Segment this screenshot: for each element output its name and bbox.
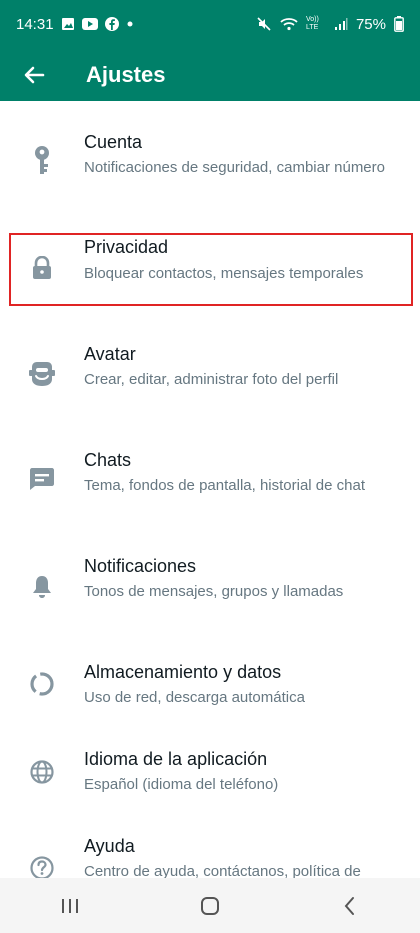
wifi-icon xyxy=(280,17,298,31)
settings-item-subtitle: Crear, editar, administrar foto del perf… xyxy=(84,371,339,388)
volte-icon: Vo)) LTE xyxy=(305,16,319,31)
chat-icon xyxy=(26,463,58,495)
settings-item-title: Idioma de la aplicación xyxy=(84,749,268,769)
gallery-notification-icon xyxy=(61,17,75,31)
help-icon xyxy=(26,852,58,879)
settings-item-subtitle: Notificaciones de seguridad, cambiar núm… xyxy=(84,159,385,176)
settings-item-avatar[interactable]: Avatar Crear, editar, administrar foto d… xyxy=(0,313,420,419)
status-bar: 14:31 Vo)) LTE 75% xyxy=(0,0,420,48)
settings-item-title: Chats xyxy=(84,450,132,470)
storage-icon xyxy=(26,668,58,700)
settings-item-title: Cuenta xyxy=(84,132,143,152)
back-button[interactable] xyxy=(2,48,66,101)
notification-dot-icon xyxy=(126,20,134,28)
settings-item-cuenta[interactable]: Cuenta Notificaciones de seguridad, camb… xyxy=(0,101,420,207)
youtube-notification-icon xyxy=(81,18,98,30)
key-icon xyxy=(26,145,58,177)
home-icon xyxy=(201,896,219,915)
settings-item-subtitle: Tema, fondos de pantalla, historial de c… xyxy=(84,477,366,494)
settings-item-subtitle: Uso de red, descarga automática xyxy=(84,689,305,706)
globe-icon xyxy=(26,756,58,788)
settings-item-almacenamiento[interactable]: Almacenamiento y datos Uso de red, desca… xyxy=(0,631,420,718)
settings-item-notificaciones[interactable]: Notificaciones Tonos de mensajes, grupos… xyxy=(0,525,420,631)
highlight-box xyxy=(9,233,413,306)
settings-item-ayuda[interactable]: Ayuda Centro de ayuda, contáctanos, polí… xyxy=(0,805,420,879)
back-nav-button[interactable] xyxy=(320,886,380,926)
home-button[interactable] xyxy=(180,886,240,926)
settings-item-title: Avatar xyxy=(84,344,136,364)
status-time: 14:31 xyxy=(16,15,54,33)
chevron-left-icon xyxy=(344,896,354,915)
recent-apps-button[interactable] xyxy=(40,886,100,926)
settings-item-subtitle: Tonos de mensajes, grupos y llamadas xyxy=(84,583,344,600)
bell-icon xyxy=(26,571,58,603)
settings-item-subtitle: Centro de ayuda, contáctanos, política d… xyxy=(84,863,361,879)
settings-item-title: Notificaciones xyxy=(84,556,197,576)
settings-item-title: Almacenamiento y datos xyxy=(84,662,282,682)
app-bar: Ajustes xyxy=(0,48,420,101)
battery-icon xyxy=(394,16,404,32)
recent-apps-icon xyxy=(62,898,78,913)
system-nav-bar xyxy=(0,878,420,933)
avatar-icon xyxy=(26,358,58,390)
settings-item-chats[interactable]: Chats Tema, fondos de pantalla, historia… xyxy=(0,419,420,525)
settings-item-subtitle: Español (idioma del teléfono) xyxy=(84,776,279,793)
battery-text: 75% xyxy=(355,15,386,33)
settings-item-idioma[interactable]: Idioma de la aplicación Español (idioma … xyxy=(0,718,420,805)
signal-icon xyxy=(334,17,348,31)
page-title: Ajustes xyxy=(86,61,166,87)
top-bar: 14:31 Vo)) LTE 75% Ajustes xyxy=(0,0,420,101)
arrow-left-icon xyxy=(24,66,45,83)
mute-icon xyxy=(256,16,272,32)
facebook-notification-icon xyxy=(104,17,119,31)
settings-item-title: Ayuda xyxy=(84,836,135,856)
